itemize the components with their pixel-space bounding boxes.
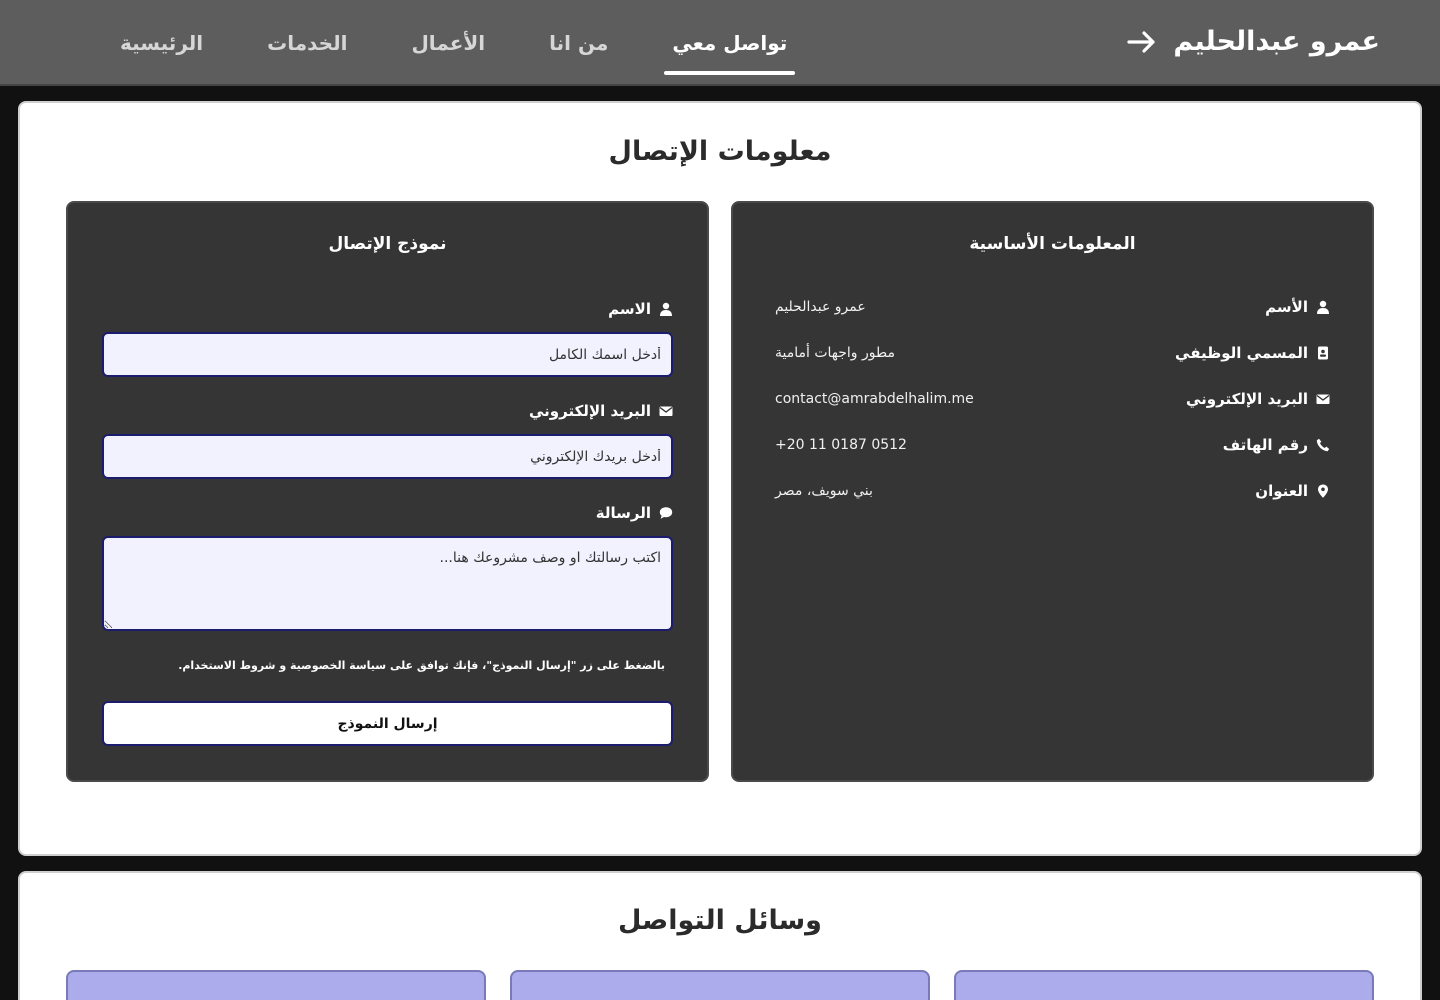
info-row-name: الأسم عمرو عبدالحليم xyxy=(775,294,1330,320)
name-label: الاسم xyxy=(608,300,673,318)
social-title: وسائل التواصل xyxy=(618,905,822,936)
main-nav: الرئيسية الخدمات الأعمال من انا تواصل مع… xyxy=(64,0,796,86)
nav-works[interactable]: الأعمال xyxy=(403,0,493,86)
email-label-text: البريد الإلكتروني xyxy=(529,402,651,420)
email-label: البريد الإلكتروني xyxy=(529,402,673,420)
site-header: عمرو عبدالحليم الرئيسية الخدمات الأعمال … xyxy=(0,0,1440,86)
user-icon xyxy=(1316,300,1330,314)
brand[interactable]: عمرو عبدالحليم xyxy=(1125,22,1380,62)
message-label-text: الرسالة xyxy=(595,504,651,522)
basic-info-card: المعلومات الأساسية الأسم عمرو عبدالحليم … xyxy=(731,201,1374,782)
terms-notice: بالضغط على زر "إرسال النموذج"، فإنك تواف… xyxy=(178,659,665,672)
name-input[interactable] xyxy=(102,332,673,377)
info-row-job: المسمي الوظيفي مطور واجهات أمامية xyxy=(775,340,1330,366)
info-label-job: المسمي الوظيفي xyxy=(1175,344,1308,362)
social-card[interactable] xyxy=(510,970,930,1000)
contact-info-section: معلومات الإتصال المعلومات الأساسية الأسم… xyxy=(18,101,1422,856)
contact-form-title: نموذج الإتصال xyxy=(328,234,447,254)
basic-info-title: المعلومات الأساسية xyxy=(969,234,1136,254)
contact-info-title: معلومات الإتصال xyxy=(608,136,832,167)
nav-home[interactable]: الرئيسية xyxy=(112,0,211,86)
arrow-right-icon[interactable] xyxy=(1125,25,1159,59)
social-section: وسائل التواصل xyxy=(18,871,1422,1000)
email-input[interactable] xyxy=(102,434,673,479)
info-value-email[interactable]: contact@amrabdelhalim.me xyxy=(775,391,974,407)
info-value-name: عمرو عبدالحليم xyxy=(775,299,866,315)
nav-services[interactable]: الخدمات xyxy=(259,0,355,86)
user-icon xyxy=(659,302,673,316)
social-card[interactable] xyxy=(66,970,486,1000)
phone-icon xyxy=(1316,438,1330,452)
nav-contact[interactable]: تواصل معي xyxy=(664,0,796,86)
info-row-address: العنوان بني سويف، مصر xyxy=(775,478,1330,504)
info-value-job: مطور واجهات أمامية xyxy=(775,345,895,361)
social-card[interactable] xyxy=(954,970,1374,1000)
message-textarea[interactable] xyxy=(102,536,673,631)
submit-form-button[interactable]: إرسال النموذج xyxy=(102,701,673,746)
envelope-icon xyxy=(1316,392,1330,406)
info-label-name: الأسم xyxy=(1265,298,1308,316)
speech-bubble-icon xyxy=(659,506,673,520)
message-label: الرسالة xyxy=(596,504,673,522)
brand-name: عمرو عبدالحليم xyxy=(1173,26,1380,57)
name-label-text: الاسم xyxy=(608,300,651,318)
location-pin-icon xyxy=(1316,484,1330,498)
contact-form-card: نموذج الإتصال الاسم البريد الإلكتروني ال… xyxy=(66,201,709,782)
info-row-email: البريد الإلكتروني contact@amrabdelhalim.… xyxy=(775,386,1330,412)
nav-about[interactable]: من انا xyxy=(541,0,616,86)
info-label-address: العنوان xyxy=(1255,482,1308,500)
info-label-phone: رقم الهاتف xyxy=(1222,436,1308,454)
info-value-address: بني سويف، مصر xyxy=(775,483,873,499)
info-row-phone: رقم الهاتف +20 11 0187 0512 xyxy=(775,432,1330,458)
id-badge-icon xyxy=(1316,346,1330,360)
info-value-phone[interactable]: +20 11 0187 0512 xyxy=(775,437,907,453)
info-label-email: البريد الإلكتروني xyxy=(1186,390,1308,408)
envelope-icon xyxy=(659,404,673,418)
